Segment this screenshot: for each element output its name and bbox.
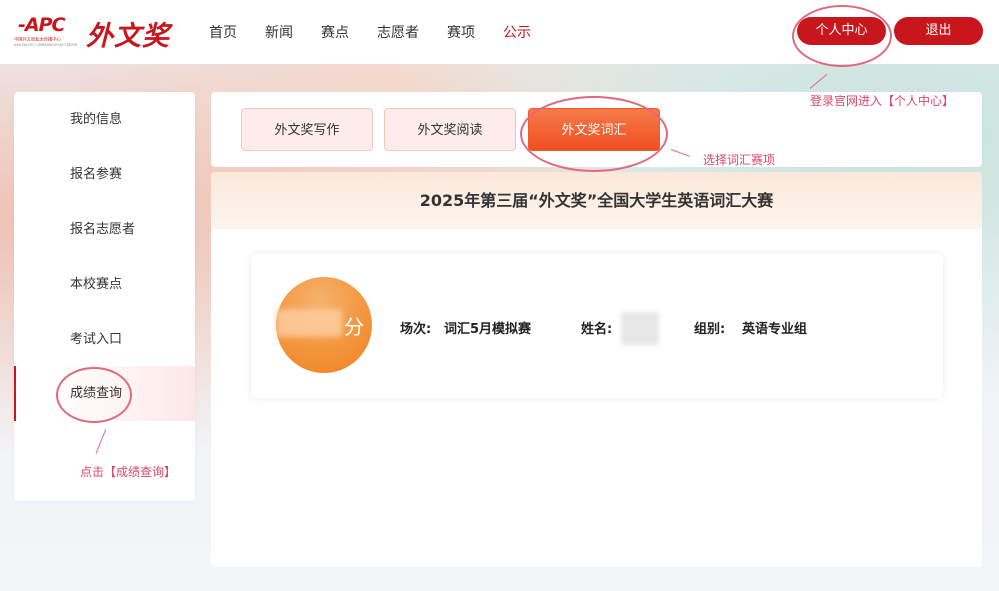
nav-home[interactable]: 首页	[209, 22, 237, 42]
tab-writing[interactable]: 外文奖写作	[241, 108, 373, 151]
nav-news[interactable]: 新闻	[265, 22, 293, 42]
score-unit: 分	[344, 315, 364, 339]
session-value: 词汇5月模拟赛	[444, 322, 532, 337]
score-value-redacted	[276, 309, 342, 337]
annotation-ring-score-query	[56, 367, 132, 423]
main-nav: 首页 新闻 赛点 志愿者 赛项 公示	[209, 22, 559, 42]
brand-logo[interactable]: 外文奖	[86, 14, 170, 53]
sidebar: 我的信息 报名参赛 报名志愿者 本校赛点 考试入口 成绩查询	[14, 92, 195, 501]
group-label: 组别:	[694, 322, 726, 337]
apc-logo-subtitle: 中国外文局亚太传播中心	[14, 36, 61, 42]
annotation-query-note: 点击【成绩查询】	[80, 465, 177, 479]
nav-announcement[interactable]: 公示	[503, 22, 531, 42]
sidebar-item-my-info[interactable]: 我的信息	[14, 92, 195, 147]
session-label: 场次:	[400, 322, 432, 337]
score-circle: 分	[276, 277, 372, 373]
nav-events[interactable]: 赛项	[447, 22, 475, 42]
sidebar-item-register[interactable]: 报名参赛	[14, 147, 195, 202]
apc-logo-subtitle-en: ASIA-PACIFIC COMMUNICATION CENTER	[14, 43, 78, 47]
nav-venue[interactable]: 赛点	[321, 22, 349, 42]
name-value-redacted	[621, 312, 659, 345]
annotation-ring-vocabulary-tab	[520, 96, 668, 172]
sidebar-item-school-venue[interactable]: 本校赛点	[14, 257, 195, 312]
result-panel: 2025年第三届“外文奖”全国大学生英语词汇大赛 分 场次: 词汇5月模拟赛 姓…	[211, 172, 982, 567]
annotation-ring-personal-center	[792, 5, 892, 67]
sidebar-item-volunteer[interactable]: 报名志愿者	[14, 202, 195, 257]
tab-reading[interactable]: 外文奖阅读	[384, 108, 516, 151]
apc-logo[interactable]: -APC 中国外文局亚太传播中心 ASIA-PACIFIC COMMUNICAT…	[14, 14, 78, 48]
score-card: 分 场次: 词汇5月模拟赛 姓名: 组别: 英语专业组	[251, 254, 943, 398]
group-value: 英语专业组	[742, 322, 808, 337]
annotation-tab-note: 选择词汇赛项	[703, 153, 776, 167]
annotation-login-note: 登录官网进入【个人中心】	[810, 94, 955, 108]
apc-logo-text: -APC	[18, 14, 65, 36]
logout-button[interactable]: 退出	[894, 17, 983, 45]
name-label: 姓名:	[581, 322, 613, 337]
contest-title: 2025年第三届“外文奖”全国大学生英语词汇大赛	[211, 172, 982, 229]
sidebar-item-exam-entry[interactable]: 考试入口	[14, 312, 195, 367]
nav-volunteer[interactable]: 志愿者	[377, 22, 419, 42]
